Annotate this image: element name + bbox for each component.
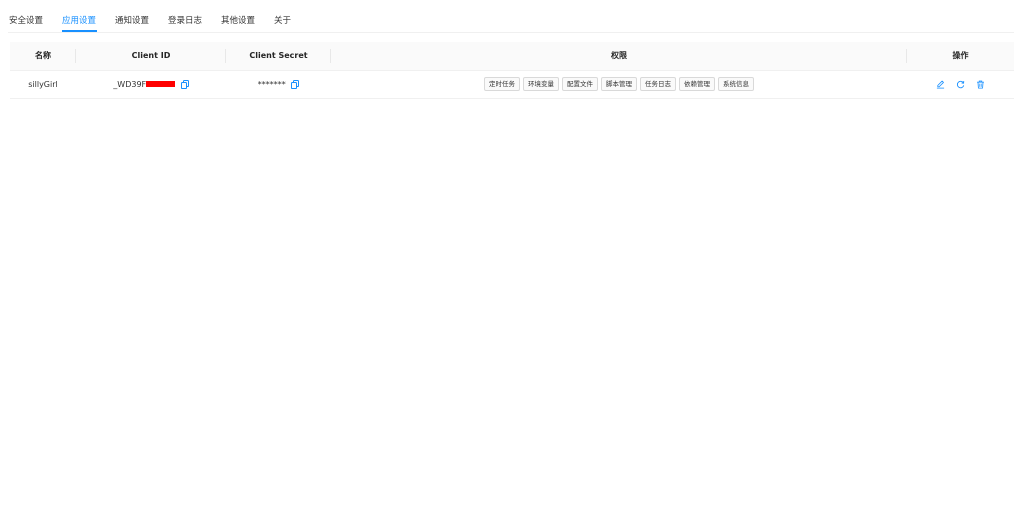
- copy-icon[interactable]: [291, 79, 300, 89]
- app-name: sillyGirl: [10, 70, 76, 99]
- column-header-permissions: 权限: [331, 42, 907, 71]
- permission-tag: 环境变量: [523, 77, 559, 91]
- permission-tag: 配置文件: [562, 77, 598, 91]
- permission-tag: 任务日志: [640, 77, 676, 91]
- table-header-row: 名称 Client ID Client Secret 权限 操作: [10, 42, 1014, 71]
- column-header-client-id: Client ID: [76, 42, 226, 71]
- permission-tag: 脚本管理: [601, 77, 637, 91]
- client-secret-value: *******: [257, 79, 286, 89]
- table-row: sillyGirl _WD39F ******* 定时任务 环境变量 配置文件 脚本管…: [10, 70, 1014, 99]
- copy-icon[interactable]: [180, 79, 189, 89]
- reset-icon[interactable]: [956, 80, 965, 89]
- tab-notification-settings[interactable]: 通知设置: [115, 14, 149, 26]
- client-id-value: _WD39F: [113, 79, 147, 89]
- column-header-name: 名称: [10, 42, 76, 71]
- delete-icon[interactable]: [976, 80, 985, 89]
- permission-tag: 定时任务: [484, 77, 520, 91]
- client-id-cell: _WD39F: [76, 70, 226, 99]
- tabs-divider: [8, 32, 1014, 33]
- permission-tag: 系统信息: [718, 77, 754, 91]
- tab-login-log[interactable]: 登录日志: [168, 14, 202, 26]
- edit-icon[interactable]: [936, 80, 945, 89]
- settings-tabs: 安全设置 应用设置 通知设置 登录日志 其他设置 关于: [0, 0, 1024, 33]
- tab-app-settings[interactable]: 应用设置: [62, 14, 96, 26]
- permissions-cell: 定时任务 环境变量 配置文件 脚本管理 任务日志 依赖管理 系统信息: [331, 70, 907, 99]
- column-header-client-secret: Client Secret: [226, 42, 331, 71]
- tab-security-settings[interactable]: 安全设置: [9, 14, 43, 26]
- apps-table: 名称 Client ID Client Secret 权限 操作 sillyGi…: [10, 42, 1014, 99]
- tab-other-settings[interactable]: 其他设置: [221, 14, 255, 26]
- tab-about[interactable]: 关于: [274, 14, 291, 26]
- permission-tag: 依赖管理: [679, 77, 715, 91]
- redaction-mark: [146, 80, 176, 87]
- column-header-actions: 操作: [907, 42, 1014, 71]
- actions-cell: [907, 70, 1014, 99]
- client-secret-cell: *******: [226, 70, 331, 99]
